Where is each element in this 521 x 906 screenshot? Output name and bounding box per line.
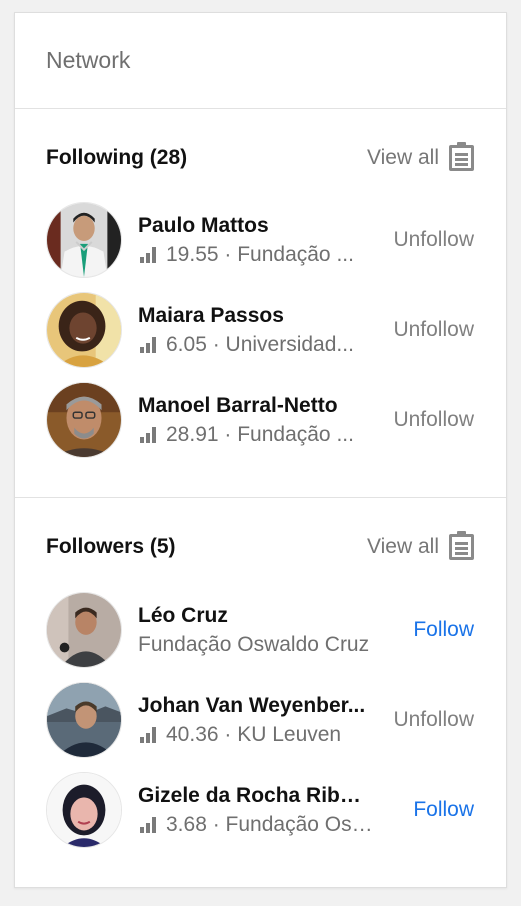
person-name[interactable]: Paulo Mattos bbox=[138, 213, 370, 239]
following-item: Paulo Mattos 19.55 · Fundação ... Unfoll… bbox=[46, 201, 474, 279]
bar-chart-icon bbox=[138, 336, 157, 353]
bar-chart-icon bbox=[138, 726, 157, 743]
follower-item: Léo Cruz Fundação Oswaldo Cruz Follow bbox=[46, 591, 474, 669]
following-section: Following (28) View all Paulo Mattos 19.… bbox=[15, 109, 506, 498]
person-affiliation: 40.36 · KU Leuven bbox=[166, 722, 342, 746]
person-name[interactable]: Manoel Barral-Netto bbox=[138, 393, 370, 419]
following-title: Following (28) bbox=[46, 146, 188, 169]
card-header: Network bbox=[15, 13, 506, 109]
person-affiliation: 3.68 · Fundação Osw... bbox=[166, 812, 381, 836]
clipboard-list-icon bbox=[449, 531, 474, 560]
follow-button[interactable]: Follow bbox=[413, 798, 474, 822]
avatar[interactable] bbox=[46, 592, 122, 668]
card-title: Network bbox=[46, 47, 131, 73]
person-affiliation: 19.55 · Fundação ... bbox=[166, 242, 354, 266]
unfollow-button[interactable]: Unfollow bbox=[393, 708, 474, 732]
unfollow-button[interactable]: Unfollow bbox=[393, 228, 474, 252]
follower-item: Johan Van Weyenber... 40.36 · KU Leuven … bbox=[46, 681, 474, 759]
following-item: Manoel Barral-Netto 28.91 · Fundação ...… bbox=[46, 381, 474, 459]
network-card: Network Following (28) View all Paulo Ma… bbox=[14, 12, 507, 888]
person-affiliation: Fundação Oswaldo Cruz bbox=[138, 632, 370, 656]
following-view-all-button[interactable]: View all bbox=[367, 142, 474, 171]
following-header: Following (28) View all bbox=[46, 142, 474, 173]
avatar[interactable] bbox=[46, 292, 122, 368]
followers-header: Followers (5) View all bbox=[46, 531, 474, 562]
clipboard-list-icon bbox=[449, 142, 474, 171]
person-name[interactable]: Johan Van Weyenber... bbox=[138, 693, 370, 719]
followers-title: Followers (5) bbox=[46, 535, 176, 558]
bar-chart-icon bbox=[138, 816, 157, 833]
followers-section: Followers (5) View all Léo Cruz Fundação… bbox=[15, 498, 506, 887]
person-affiliation: 28.91 · Fundação ... bbox=[166, 422, 354, 446]
avatar[interactable] bbox=[46, 772, 122, 848]
avatar[interactable] bbox=[46, 202, 122, 278]
person-name[interactable]: Léo Cruz bbox=[138, 603, 370, 629]
unfollow-button[interactable]: Unfollow bbox=[393, 408, 474, 432]
avatar[interactable] bbox=[46, 682, 122, 758]
unfollow-button[interactable]: Unfollow bbox=[393, 318, 474, 342]
view-all-label: View all bbox=[367, 146, 439, 169]
view-all-label: View all bbox=[367, 535, 439, 558]
follow-button[interactable]: Follow bbox=[413, 618, 474, 642]
person-name[interactable]: Gizele da Rocha Ribeiro bbox=[138, 783, 370, 809]
bar-chart-icon bbox=[138, 246, 157, 263]
bar-chart-icon bbox=[138, 426, 157, 443]
following-item: Maiara Passos 6.05 · Universidad... Unfo… bbox=[46, 291, 474, 369]
person-affiliation: 6.05 · Universidad... bbox=[166, 332, 354, 356]
avatar[interactable] bbox=[46, 382, 122, 458]
followers-view-all-button[interactable]: View all bbox=[367, 531, 474, 560]
person-name[interactable]: Maiara Passos bbox=[138, 303, 370, 329]
follower-item: Gizele da Rocha Ribeiro 3.68 · Fundação … bbox=[46, 771, 474, 849]
